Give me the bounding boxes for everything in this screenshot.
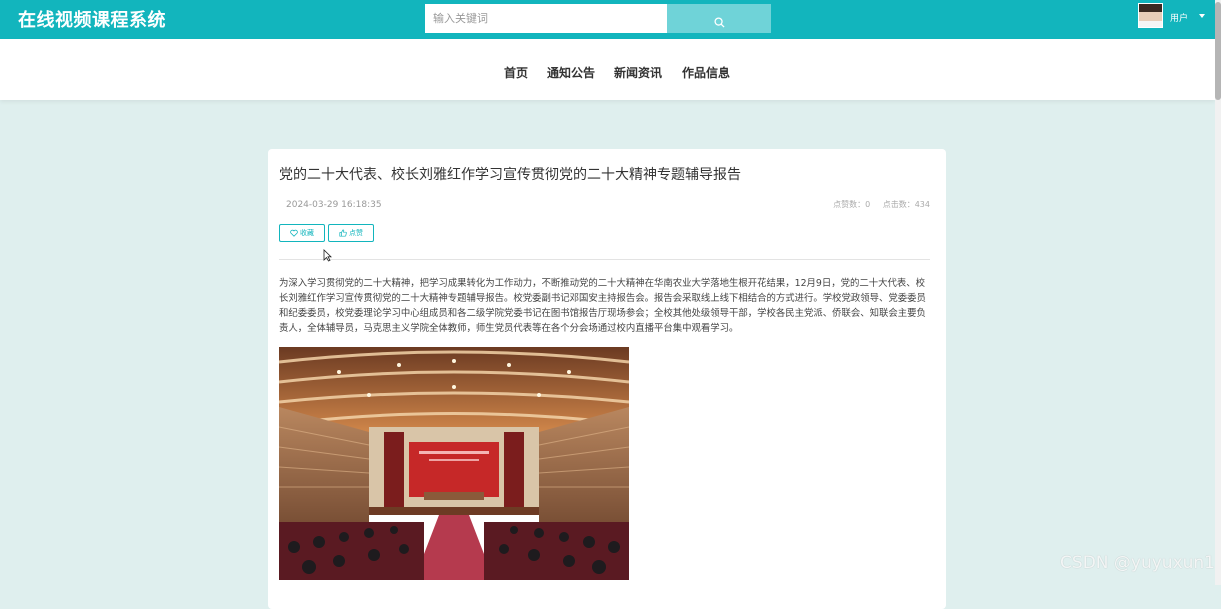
favorite-button-label: 收藏 <box>300 229 314 237</box>
like-button-label: 点赞 <box>349 229 363 237</box>
user-menu-label[interactable]: 用户 <box>1170 11 1188 24</box>
article-date: 2024-03-29 16:18:35 <box>286 200 382 210</box>
article-stats: 点赞数：0 点击数：434 <box>823 199 930 210</box>
watermark: CSDN @yuyuxun1 <box>1060 553 1215 573</box>
page-scrollbar[interactable] <box>1215 0 1221 585</box>
heart-icon <box>290 229 298 237</box>
search-icon <box>713 17 725 28</box>
top-header-bar: 在线视频课程系统 用户 <box>0 0 1221 39</box>
favorite-button[interactable]: 收藏 <box>279 224 325 242</box>
click-count: 点击数：434 <box>882 200 930 209</box>
article-body: 为深入学习贯彻党的二十大精神，把学习成果转化为工作动力，不断推动党的二十大精神在… <box>279 278 926 334</box>
auditorium-photo <box>279 347 629 580</box>
search-input[interactable] <box>425 4 667 33</box>
search-button[interactable] <box>667 4 771 33</box>
site-title[interactable]: 在线视频课程系统 <box>18 6 166 32</box>
mouse-cursor-icon <box>323 249 332 262</box>
scrollbar-thumb[interactable] <box>1215 2 1221 100</box>
article-title: 党的二十大代表、校长刘雅红作学习宣传贯彻党的二十大精神专题辅导报告 <box>279 167 741 183</box>
nav-item-home[interactable]: 首页 <box>504 64 528 81</box>
nav-item-works[interactable]: 作品信息 <box>682 64 730 81</box>
thumbs-up-icon <box>339 229 347 237</box>
avatar[interactable] <box>1138 3 1163 28</box>
main-nav: 首页 通知公告 新闻资讯 作品信息 <box>0 39 1215 100</box>
like-count: 点赞数：0 <box>833 200 871 209</box>
article-image <box>279 347 629 580</box>
article-card: 党的二十大代表、校长刘雅红作学习宣传贯彻党的二十大精神专题辅导报告 2024-0… <box>268 149 946 609</box>
chevron-down-icon[interactable] <box>1199 14 1205 18</box>
nav-item-notices[interactable]: 通知公告 <box>547 64 595 81</box>
nav-item-news[interactable]: 新闻资讯 <box>614 64 662 81</box>
divider <box>279 259 930 260</box>
like-button[interactable]: 点赞 <box>328 224 374 242</box>
